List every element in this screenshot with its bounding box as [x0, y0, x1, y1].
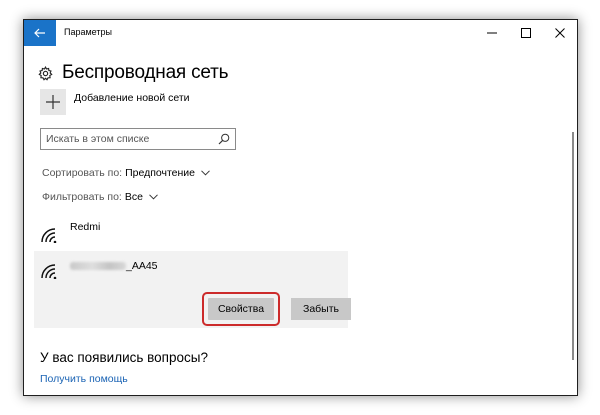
settings-window: Параметры Беспроводная сеть Добавление н…	[23, 19, 578, 396]
blurred-name-part	[70, 262, 126, 271]
get-help-link[interactable]: Получить помощь	[40, 373, 128, 385]
search-input[interactable]	[41, 129, 211, 149]
minimize-button[interactable]	[475, 20, 509, 46]
page-title: Беспроводная сеть	[62, 62, 229, 83]
plus-icon	[46, 95, 60, 109]
scrollbar[interactable]	[572, 132, 574, 360]
sort-dropdown[interactable]: Сортировать по: Предпочтение	[42, 167, 210, 179]
wifi-icon	[41, 264, 57, 279]
gear-icon	[38, 65, 53, 81]
page-header: Беспроводная сеть	[38, 62, 229, 84]
properties-button[interactable]: Свойства	[208, 298, 274, 320]
maximize-button[interactable]	[509, 20, 543, 46]
window-title: Параметры	[64, 27, 112, 37]
questions-heading: У вас появились вопросы?	[40, 350, 208, 365]
filter-dropdown[interactable]: Фильтровать по: Все	[42, 191, 158, 203]
forget-button[interactable]: Забыть	[291, 298, 351, 320]
search-icon[interactable]	[218, 133, 230, 145]
chevron-down-icon	[149, 194, 158, 200]
back-button[interactable]	[24, 20, 56, 46]
wifi-icon	[41, 228, 57, 243]
filter-value: Все	[124, 191, 143, 203]
title-bar: Параметры	[24, 20, 577, 46]
network-item-redmi[interactable]: Redmi	[34, 216, 348, 252]
add-network-label: Добавление новой сети	[74, 92, 190, 104]
filter-label: Фильтровать по:	[42, 191, 122, 203]
network-name: _AA45	[70, 260, 158, 272]
network-item-selected[interactable]: _AA45 Свойства Забыть	[34, 251, 351, 328]
chevron-down-icon	[201, 170, 210, 176]
sort-label: Сортировать по:	[42, 167, 123, 179]
maximize-icon	[521, 28, 531, 38]
add-box	[40, 89, 66, 115]
add-network-button[interactable]: Добавление новой сети	[40, 89, 190, 115]
network-name-suffix: _AA45	[126, 260, 158, 272]
close-button[interactable]	[543, 20, 577, 46]
network-name: Redmi	[70, 221, 101, 233]
sort-value: Предпочтение	[125, 167, 196, 179]
minimize-icon	[487, 32, 497, 34]
search-box	[40, 128, 236, 150]
back-arrow-icon	[34, 28, 45, 38]
close-icon	[555, 28, 565, 38]
